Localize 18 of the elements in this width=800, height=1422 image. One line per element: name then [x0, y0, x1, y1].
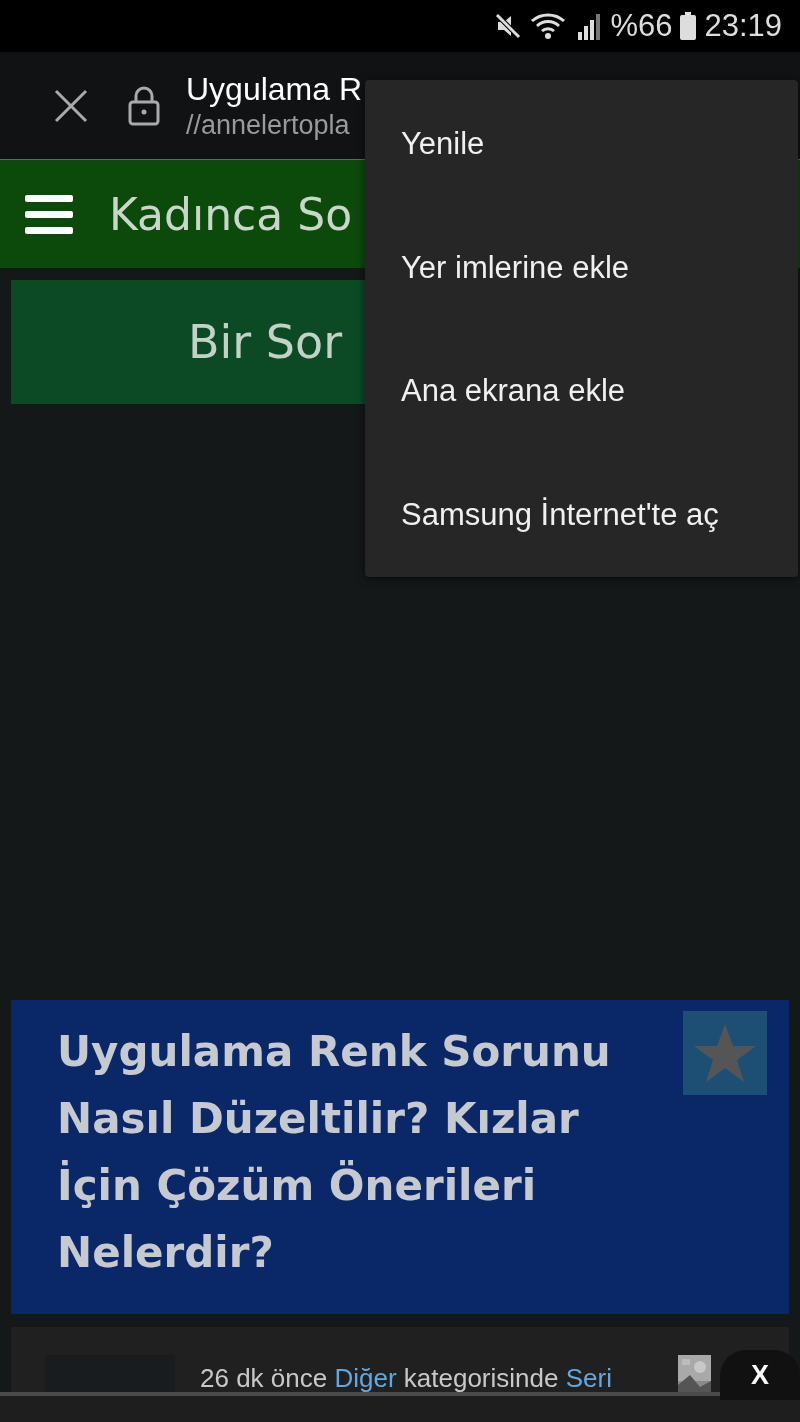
- battery-icon: [680, 12, 697, 40]
- menu-icon[interactable]: [25, 194, 73, 234]
- site-title: Kadınca So: [109, 188, 353, 240]
- question-title: Uygulama Renk Sorunu Nasıl Düzeltilir? Kızlar İçin Çözüm Önerileri Nelerdir?: [57, 1026, 612, 1279]
- close-icon[interactable]: [54, 88, 88, 123]
- lock-icon: [128, 85, 160, 126]
- page-title: Uygulama R: [186, 70, 363, 108]
- post-meta: 26 dk önce Diğer kategorisinde Seri: [200, 1363, 612, 1393]
- menu-item[interactable]: Yenile: [365, 82, 798, 206]
- menu-item[interactable]: Yer imlerine ekle: [365, 205, 798, 330]
- menu-item[interactable]: Ana ekrana ekle: [365, 329, 798, 454]
- clock: 23:19: [704, 8, 782, 44]
- mute-icon: [494, 12, 523, 40]
- page-url: //annelertopla: [186, 109, 351, 141]
- battery-percent: %66: [610, 8, 673, 44]
- signal-icon: [576, 12, 603, 40]
- close-ad-button[interactable]: X: [720, 1350, 800, 1400]
- menu-item[interactable]: Samsung İnternet'te aç: [365, 453, 798, 577]
